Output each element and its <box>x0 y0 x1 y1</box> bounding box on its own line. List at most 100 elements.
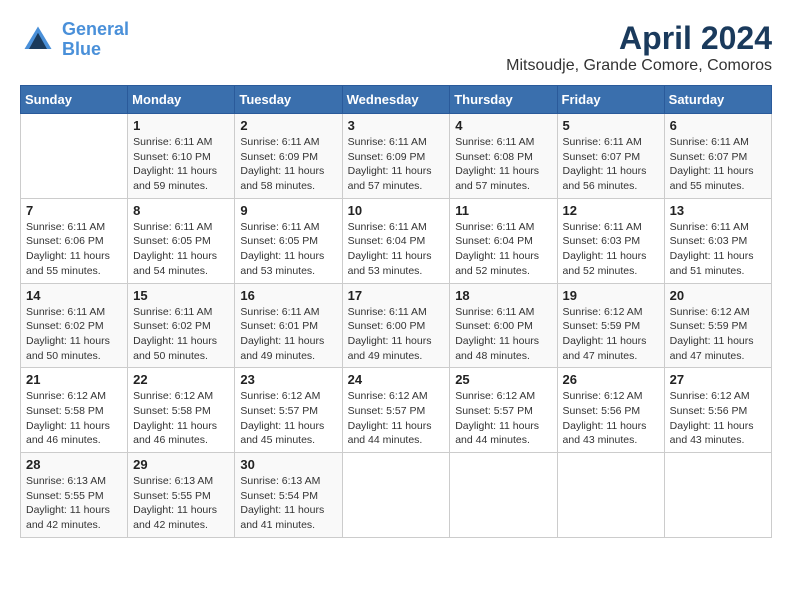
weekday-header-monday: Monday <box>128 86 235 114</box>
day-info: Sunrise: 6:11 AMSunset: 6:08 PMDaylight:… <box>455 135 551 194</box>
day-number: 7 <box>26 203 122 218</box>
weekday-header-thursday: Thursday <box>450 86 557 114</box>
day-info: Sunrise: 6:12 AMSunset: 5:59 PMDaylight:… <box>563 305 659 364</box>
day-info: Sunrise: 6:11 AMSunset: 6:05 PMDaylight:… <box>133 220 229 279</box>
day-info: Sunrise: 6:12 AMSunset: 5:58 PMDaylight:… <box>26 389 122 448</box>
week-row-5: 28 Sunrise: 6:13 AMSunset: 5:55 PMDayligh… <box>21 453 772 538</box>
day-number: 16 <box>240 288 336 303</box>
day-info: Sunrise: 6:11 AMSunset: 6:01 PMDaylight:… <box>240 305 336 364</box>
day-cell: 1Sunrise: 6:11 AMSunset: 6:10 PMDaylight… <box>128 114 235 199</box>
day-number: 3 <box>348 118 445 133</box>
day-number: 10 <box>348 203 445 218</box>
day-cell: 23 Sunrise: 6:12 AMSunset: 5:57 PMDayligh… <box>235 368 342 453</box>
calendar-table: SundayMondayTuesdayWednesdayThursdayFrid… <box>20 85 772 538</box>
day-cell: 24 Sunrise: 6:12 AMSunset: 5:57 PMDayligh… <box>342 368 450 453</box>
day-cell: 9Sunrise: 6:11 AMSunset: 6:05 PMDaylight… <box>235 198 342 283</box>
day-number: 26 <box>563 372 659 387</box>
day-info: Sunrise: 6:11 AMSunset: 6:09 PMDaylight:… <box>348 135 445 194</box>
day-number: 12 <box>563 203 659 218</box>
day-cell: 10 Sunrise: 6:11 AMSunset: 6:04 PMDayligh… <box>342 198 450 283</box>
day-info: Sunrise: 6:11 AMSunset: 6:04 PMDaylight:… <box>455 220 551 279</box>
day-cell: 11Sunrise: 6:11 AMSunset: 6:04 PMDayligh… <box>450 198 557 283</box>
day-cell: 14 Sunrise: 6:11 AMSunset: 6:02 PMDayligh… <box>21 283 128 368</box>
day-number: 22 <box>133 372 229 387</box>
weekday-header-wednesday: Wednesday <box>342 86 450 114</box>
day-number: 19 <box>563 288 659 303</box>
day-info: Sunrise: 6:11 AMSunset: 6:07 PMDaylight:… <box>670 135 766 194</box>
week-row-1: 1Sunrise: 6:11 AMSunset: 6:10 PMDaylight… <box>21 114 772 199</box>
day-number: 28 <box>26 457 122 472</box>
day-cell: 13 Sunrise: 6:11 AMSunset: 6:03 PMDayligh… <box>664 198 771 283</box>
day-cell <box>21 114 128 199</box>
day-cell: 25 Sunrise: 6:12 AMSunset: 5:57 PMDayligh… <box>450 368 557 453</box>
day-number: 18 <box>455 288 551 303</box>
day-info: Sunrise: 6:13 AMSunset: 5:54 PMDaylight:… <box>240 474 336 533</box>
week-row-4: 21 Sunrise: 6:12 AMSunset: 5:58 PMDayligh… <box>21 368 772 453</box>
day-cell: 22 Sunrise: 6:12 AMSunset: 5:58 PMDayligh… <box>128 368 235 453</box>
day-number: 1 <box>133 118 229 133</box>
day-info: Sunrise: 6:12 AMSunset: 5:57 PMDaylight:… <box>455 389 551 448</box>
weekday-header-row: SundayMondayTuesdayWednesdayThursdayFrid… <box>21 86 772 114</box>
day-cell: 6Sunrise: 6:11 AMSunset: 6:07 PMDaylight… <box>664 114 771 199</box>
day-info: Sunrise: 6:11 AMSunset: 6:03 PMDaylight:… <box>670 220 766 279</box>
day-info: Sunrise: 6:11 AMSunset: 6:00 PMDaylight:… <box>348 305 445 364</box>
location-title: Mitsoudje, Grande Comore, Comoros <box>506 57 772 75</box>
day-cell: 18 Sunrise: 6:11 AMSunset: 6:00 PMDayligh… <box>450 283 557 368</box>
day-number: 30 <box>240 457 336 472</box>
day-cell: 20Sunrise: 6:12 AMSunset: 5:59 PMDayligh… <box>664 283 771 368</box>
day-info: Sunrise: 6:11 AMSunset: 6:00 PMDaylight:… <box>455 305 551 364</box>
day-info: Sunrise: 6:11 AMSunset: 6:02 PMDaylight:… <box>26 305 122 364</box>
day-info: Sunrise: 6:11 AMSunset: 6:05 PMDaylight:… <box>240 220 336 279</box>
weekday-header-friday: Friday <box>557 86 664 114</box>
day-cell: 7Sunrise: 6:11 AMSunset: 6:06 PMDaylight… <box>21 198 128 283</box>
day-number: 15 <box>133 288 229 303</box>
day-number: 24 <box>348 372 445 387</box>
day-number: 20 <box>670 288 766 303</box>
day-cell: 26 Sunrise: 6:12 AMSunset: 5:56 PMDayligh… <box>557 368 664 453</box>
day-info: Sunrise: 6:11 AMSunset: 6:07 PMDaylight:… <box>563 135 659 194</box>
day-number: 8 <box>133 203 229 218</box>
day-number: 5 <box>563 118 659 133</box>
day-number: 2 <box>240 118 336 133</box>
day-number: 21 <box>26 372 122 387</box>
day-cell <box>664 453 771 538</box>
day-info: Sunrise: 6:13 AMSunset: 5:55 PMDaylight:… <box>26 474 122 533</box>
day-number: 25 <box>455 372 551 387</box>
day-info: Sunrise: 6:12 AMSunset: 5:57 PMDaylight:… <box>348 389 445 448</box>
day-cell: 17 Sunrise: 6:11 AMSunset: 6:00 PMDayligh… <box>342 283 450 368</box>
day-cell: 16 Sunrise: 6:11 AMSunset: 6:01 PMDayligh… <box>235 283 342 368</box>
logo: General Blue <box>20 20 129 60</box>
day-cell: 27Sunrise: 6:12 AMSunset: 5:56 PMDayligh… <box>664 368 771 453</box>
day-info: Sunrise: 6:11 AMSunset: 6:03 PMDaylight:… <box>563 220 659 279</box>
day-info: Sunrise: 6:11 AMSunset: 6:04 PMDaylight:… <box>348 220 445 279</box>
day-cell: 15Sunrise: 6:11 AMSunset: 6:02 PMDayligh… <box>128 283 235 368</box>
weekday-header-tuesday: Tuesday <box>235 86 342 114</box>
day-cell: 19 Sunrise: 6:12 AMSunset: 5:59 PMDayligh… <box>557 283 664 368</box>
week-row-2: 7Sunrise: 6:11 AMSunset: 6:06 PMDaylight… <box>21 198 772 283</box>
day-number: 23 <box>240 372 336 387</box>
day-info: Sunrise: 6:12 AMSunset: 5:57 PMDaylight:… <box>240 389 336 448</box>
logo-line1: General <box>62 19 129 39</box>
day-cell: 4Sunrise: 6:11 AMSunset: 6:08 PMDaylight… <box>450 114 557 199</box>
day-cell: 2 Sunrise: 6:11 AMSunset: 6:09 PMDaylight… <box>235 114 342 199</box>
weekday-header-sunday: Sunday <box>21 86 128 114</box>
day-info: Sunrise: 6:12 AMSunset: 5:56 PMDaylight:… <box>563 389 659 448</box>
day-cell: 8 Sunrise: 6:11 AMSunset: 6:05 PMDaylight… <box>128 198 235 283</box>
logo-icon <box>20 22 56 58</box>
day-cell: 12 Sunrise: 6:11 AMSunset: 6:03 PMDayligh… <box>557 198 664 283</box>
day-cell: 29 Sunrise: 6:13 AMSunset: 5:55 PMDayligh… <box>128 453 235 538</box>
day-cell: 5 Sunrise: 6:11 AMSunset: 6:07 PMDaylight… <box>557 114 664 199</box>
day-info: Sunrise: 6:13 AMSunset: 5:55 PMDaylight:… <box>133 474 229 533</box>
day-cell: 30 Sunrise: 6:13 AMSunset: 5:54 PMDayligh… <box>235 453 342 538</box>
page-header: General Blue April 2024 Mitsoudje, Grand… <box>20 20 772 75</box>
day-info: Sunrise: 6:11 AMSunset: 6:09 PMDaylight:… <box>240 135 336 194</box>
day-number: 14 <box>26 288 122 303</box>
day-cell: 21 Sunrise: 6:12 AMSunset: 5:58 PMDayligh… <box>21 368 128 453</box>
logo-line2: Blue <box>62 39 101 59</box>
day-cell <box>450 453 557 538</box>
day-number: 27 <box>670 372 766 387</box>
day-number: 17 <box>348 288 445 303</box>
day-number: 29 <box>133 457 229 472</box>
day-number: 13 <box>670 203 766 218</box>
day-info: Sunrise: 6:12 AMSunset: 5:58 PMDaylight:… <box>133 389 229 448</box>
